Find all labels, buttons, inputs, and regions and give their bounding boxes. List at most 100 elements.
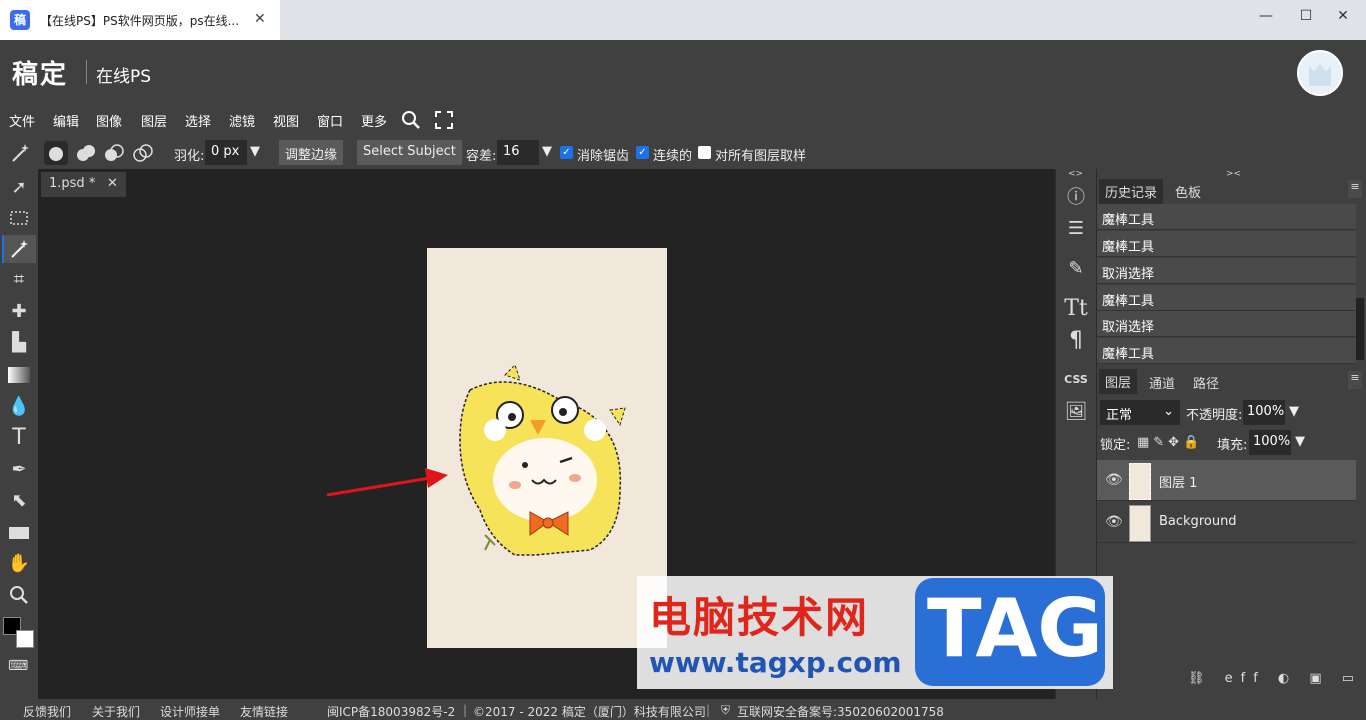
history-item[interactable]: 魔棒工具 [1097, 338, 1356, 364]
contiguous-checkbox[interactable]: ✓ [636, 146, 649, 159]
fill-input[interactable]: 100% [1249, 430, 1291, 455]
eye-icon[interactable]: 👁 [1105, 472, 1123, 488]
menu-edit[interactable]: 编辑 [53, 111, 79, 130]
document-tab[interactable]: 1.psd * ✕ [41, 172, 126, 197]
footer-security[interactable]: 互联网安全备案号:35020602001758 [737, 703, 944, 720]
brand-logo[interactable]: 稿定 [12, 54, 68, 91]
watermark-title: 电脑技术网 [649, 593, 870, 642]
select-subject-button[interactable]: Select Subject [357, 140, 462, 165]
menu-filter[interactable]: 滤镜 [229, 111, 255, 130]
tolerance-input[interactable]: 16 [497, 140, 539, 165]
history-item[interactable]: 魔棒工具 [1097, 285, 1356, 311]
history-item[interactable]: 取消选择 [1097, 311, 1356, 337]
layer-row[interactable]: 👁 Background [1097, 502, 1356, 543]
blend-mode-select[interactable]: 正常 ⌄ [1100, 400, 1180, 425]
text-tool-icon[interactable]: T [2, 424, 36, 452]
history-item[interactable]: 魔棒工具 [1097, 204, 1356, 230]
expand-icon[interactable]: >< [1226, 169, 1241, 179]
history-scrollbar[interactable] [1356, 298, 1364, 360]
menu-file[interactable]: 文件 [9, 111, 35, 130]
marquee-tool-icon[interactable] [2, 204, 36, 232]
character-icon[interactable]: Tt [1058, 294, 1094, 324]
history-item[interactable]: 取消选择 [1097, 258, 1356, 284]
footer-link-friends[interactable]: 友情链接 [240, 703, 288, 720]
tab-paths[interactable]: 路径 [1193, 373, 1219, 392]
footer-link-designer[interactable]: 设计师接单 [160, 703, 220, 720]
contiguous-label: 连续的 [653, 149, 693, 164]
selection-add-button[interactable] [74, 141, 98, 169]
document-tab-close-icon[interactable]: ✕ [107, 176, 118, 191]
stamp-tool-icon[interactable]: ▙ [2, 329, 36, 357]
footer-link-about[interactable]: 关于我们 [92, 703, 140, 720]
window-close-button[interactable]: ✕ [1320, 8, 1366, 24]
tab-close-icon[interactable]: ✕ [254, 11, 266, 27]
info-icon[interactable]: ⓘ [1058, 183, 1094, 213]
lock-icons[interactable]: ▦✎✥🔒 [1137, 435, 1203, 450]
tab-title: 【在线PS】PS软件网页版，ps在线... [40, 14, 240, 28]
layer-row[interactable]: 👁 图层 1 [1097, 460, 1356, 501]
antialias-checkbox[interactable]: ✓ [560, 146, 573, 159]
browser-tab[interactable]: 稿 【在线PS】PS软件网页版，ps在线... ✕ [0, 0, 280, 40]
menu-view[interactable]: 视图 [273, 111, 299, 130]
selection-new-button[interactable] [44, 141, 68, 165]
zoom-tool-icon[interactable] [2, 581, 36, 609]
paragraph-icon[interactable]: ¶ [1058, 326, 1094, 356]
chick-character-image [459, 364, 626, 556]
refine-edge-button[interactable]: 调整边缘 [279, 140, 344, 165]
feather-dropdown-icon[interactable]: ▼ [250, 144, 260, 159]
history-menu-icon[interactable]: ≡ [1348, 180, 1362, 198]
blur-tool-icon[interactable]: 💧 [2, 393, 36, 421]
gradient-tool-icon[interactable] [2, 361, 36, 389]
selection-subtract-button[interactable] [102, 141, 126, 169]
css-icon[interactable]: CSS [1058, 365, 1094, 395]
selection-intersect-button[interactable] [131, 141, 155, 169]
hand-tool-icon[interactable]: ✋ [2, 550, 36, 578]
collapse-icon[interactable]: <> [1068, 169, 1083, 179]
crop-tool-icon[interactable]: ⌗ [2, 266, 36, 294]
opacity-dropdown-icon[interactable]: ▼ [1289, 404, 1299, 419]
menu-window[interactable]: 窗口 [317, 111, 343, 130]
watermark-tag: TAG [927, 582, 1103, 675]
tab-channels[interactable]: 通道 [1149, 373, 1175, 392]
fill-label: 填充: [1217, 438, 1248, 453]
menu-select[interactable]: 选择 [185, 111, 211, 130]
background-color-swatch[interactable] [16, 630, 34, 648]
feather-input[interactable]: 0 px [205, 140, 247, 165]
footer-copyright: ©2017 - 2022 稿定（厦门）科技有限公司 [473, 705, 706, 719]
layer-thumbnail [1129, 463, 1151, 500]
tab-layers[interactable]: 图层 [1099, 369, 1138, 394]
move-tool-icon[interactable]: ➚ [2, 174, 36, 202]
user-avatar[interactable] [1297, 50, 1343, 96]
fullscreen-icon[interactable] [435, 111, 453, 133]
path-select-tool-icon[interactable]: ⬉ [2, 487, 36, 515]
brush-settings-icon[interactable]: ✎ [1058, 254, 1094, 284]
menu-image[interactable]: 图像 [96, 111, 122, 130]
footer-icp[interactable]: 闽ICP备18003982号-2 [327, 703, 455, 720]
brand-divider [86, 60, 87, 84]
tolerance-dropdown-icon[interactable]: ▼ [542, 144, 552, 159]
eye-icon[interactable]: 👁 [1105, 514, 1123, 530]
tab-swatches[interactable]: 色板 [1175, 182, 1201, 201]
shape-tool-icon[interactable] [2, 519, 36, 547]
layers-menu-icon[interactable]: ≡ [1348, 371, 1362, 389]
pen-tool-icon[interactable]: ✒ [2, 456, 36, 484]
footer-link-feedback[interactable]: 反馈我们 [23, 703, 71, 720]
menu-more[interactable]: 更多 [361, 111, 387, 130]
image-icon[interactable]: 🖼 [1058, 397, 1094, 427]
opacity-input[interactable]: 100% [1243, 400, 1285, 425]
layers-footer-icons[interactable]: ⛓ eff ◐ ▣ ▭ ▢ 🗑 [1188, 671, 1366, 686]
search-icon[interactable] [401, 110, 421, 134]
footer-divider: | [706, 703, 711, 717]
magic-wand-tool-icon[interactable] [2, 235, 36, 263]
adjustments-icon[interactable]: ☰ [1058, 214, 1094, 244]
tab-history[interactable]: 历史记录 [1099, 179, 1164, 204]
healing-tool-icon[interactable]: ✚ [2, 298, 36, 326]
fill-dropdown-icon[interactable]: ▼ [1295, 434, 1305, 449]
antialias-label: 消除锯齿 [577, 149, 630, 164]
sample-all-checkbox[interactable] [698, 146, 711, 159]
keyboard-icon[interactable]: ⌨ [8, 658, 28, 674]
menu-layer[interactable]: 图层 [141, 111, 167, 130]
history-item[interactable]: 魔棒工具 [1097, 231, 1356, 257]
canvas-artwork [326, 364, 626, 556]
document-tab-label: 1.psd * [49, 176, 96, 191]
